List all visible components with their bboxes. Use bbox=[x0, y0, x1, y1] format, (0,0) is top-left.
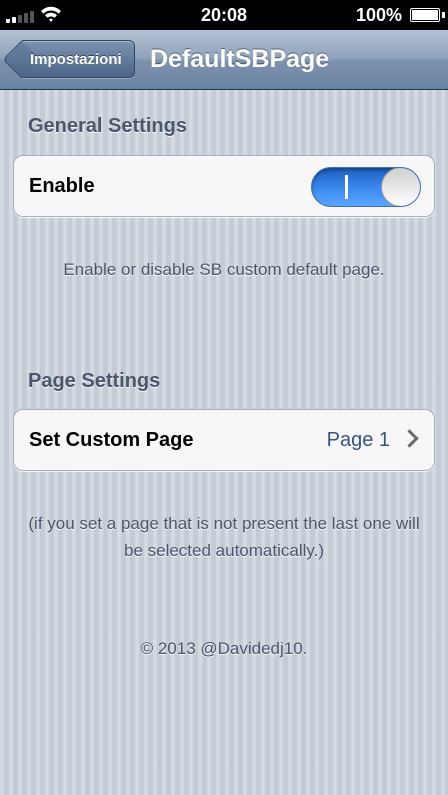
battery-icon bbox=[410, 8, 440, 22]
section-header-page: Page Settings bbox=[28, 370, 161, 392]
custom-page-cell[interactable]: Set Custom Page Page 1 bbox=[13, 409, 435, 471]
back-button[interactable]: Impostazioni bbox=[2, 40, 135, 79]
general-footer-text: Enable or disable SB custom default page… bbox=[63, 260, 385, 279]
toggle-knob bbox=[381, 168, 420, 206]
page-title: DefaultSBPage bbox=[150, 45, 330, 73]
custom-page-label: Set Custom Page bbox=[29, 429, 194, 451]
chevron-right-icon bbox=[400, 429, 419, 448]
section-header-general: General Settings bbox=[28, 115, 187, 137]
enable-toggle[interactable] bbox=[311, 167, 421, 207]
page-footer-text: (if you set a page that is not present t… bbox=[28, 514, 420, 560]
copyright-text: © 2013 @Davidedj10. bbox=[140, 639, 308, 658]
status-bar: 20:08 100% bbox=[0, 0, 448, 30]
navigation-bar: Impostazioni DefaultSBPage bbox=[0, 30, 448, 90]
custom-page-value: Page 1 bbox=[326, 429, 390, 451]
battery-percent: 100% bbox=[355, 5, 402, 25]
back-button-label: Impostazioni bbox=[30, 51, 122, 68]
battery-nub bbox=[442, 12, 445, 18]
enable-cell: Enable bbox=[13, 155, 435, 217]
toggle-on-indicator bbox=[345, 175, 348, 199]
enable-label: Enable bbox=[29, 175, 95, 197]
